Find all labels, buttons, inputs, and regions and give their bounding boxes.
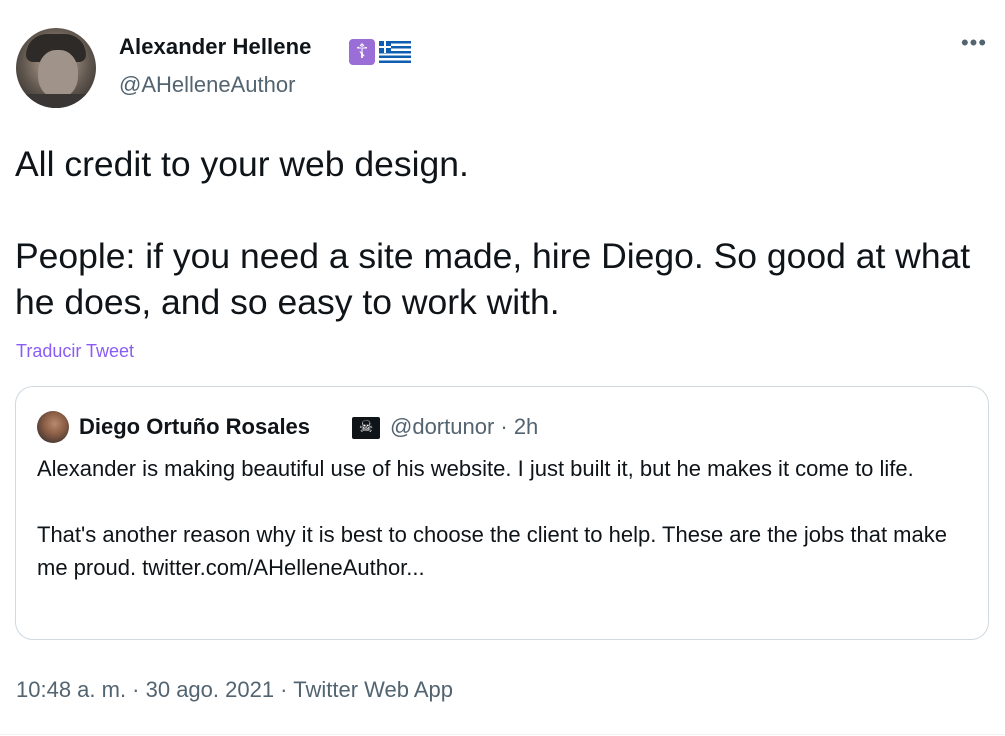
translate-tweet-link[interactable]: Traducir Tweet [16, 341, 134, 362]
quoted-handle-time: @dortunor · 2h [390, 414, 539, 439]
more-options-icon[interactable]: ••• [958, 30, 990, 56]
quoted-author-avatar [37, 411, 69, 443]
tweet-footer: 10:48 a. m. · 30 ago. 2021 · Twitter Web… [16, 677, 453, 703]
author-avatar[interactable] [16, 28, 96, 108]
divider [0, 734, 1005, 735]
quoted-paragraph-2: That's another reason why it is best to … [37, 522, 947, 580]
author-badges: ☦ [349, 37, 411, 67]
skull-flag-icon: ☠ [352, 417, 380, 439]
tweet-line-1: All credit to your web design. [15, 144, 469, 184]
avatar-face [38, 50, 78, 98]
quoted-author-name: Diego Ortuño Rosales [79, 414, 311, 439]
author-handle[interactable]: @AHelleneAuthor [119, 72, 295, 98]
tweet-line-2: People: if you need a site made, hire Di… [15, 236, 971, 322]
quoted-text: Alexander is making beautiful use of his… [37, 452, 967, 584]
quoted-paragraph-1: Alexander is making beautiful use of his… [37, 456, 914, 481]
tweet-text: All credit to your web design. People: i… [15, 141, 990, 325]
greek-flag-icon [379, 41, 411, 63]
quoted-tweet[interactable]: Diego Ortuño Rosales ☠ @dortunor · 2h Al… [15, 386, 989, 640]
tweet-timestamp[interactable]: 10:48 a. m. · 30 ago. 2021 · [16, 677, 293, 702]
author-name[interactable]: Alexander Hellene [119, 34, 311, 60]
source-app-link[interactable]: Twitter Web App [293, 677, 453, 702]
avatar-shoulders [16, 94, 96, 108]
orthodox-cross-icon: ☦ [349, 39, 375, 65]
flag-canton [379, 41, 391, 54]
